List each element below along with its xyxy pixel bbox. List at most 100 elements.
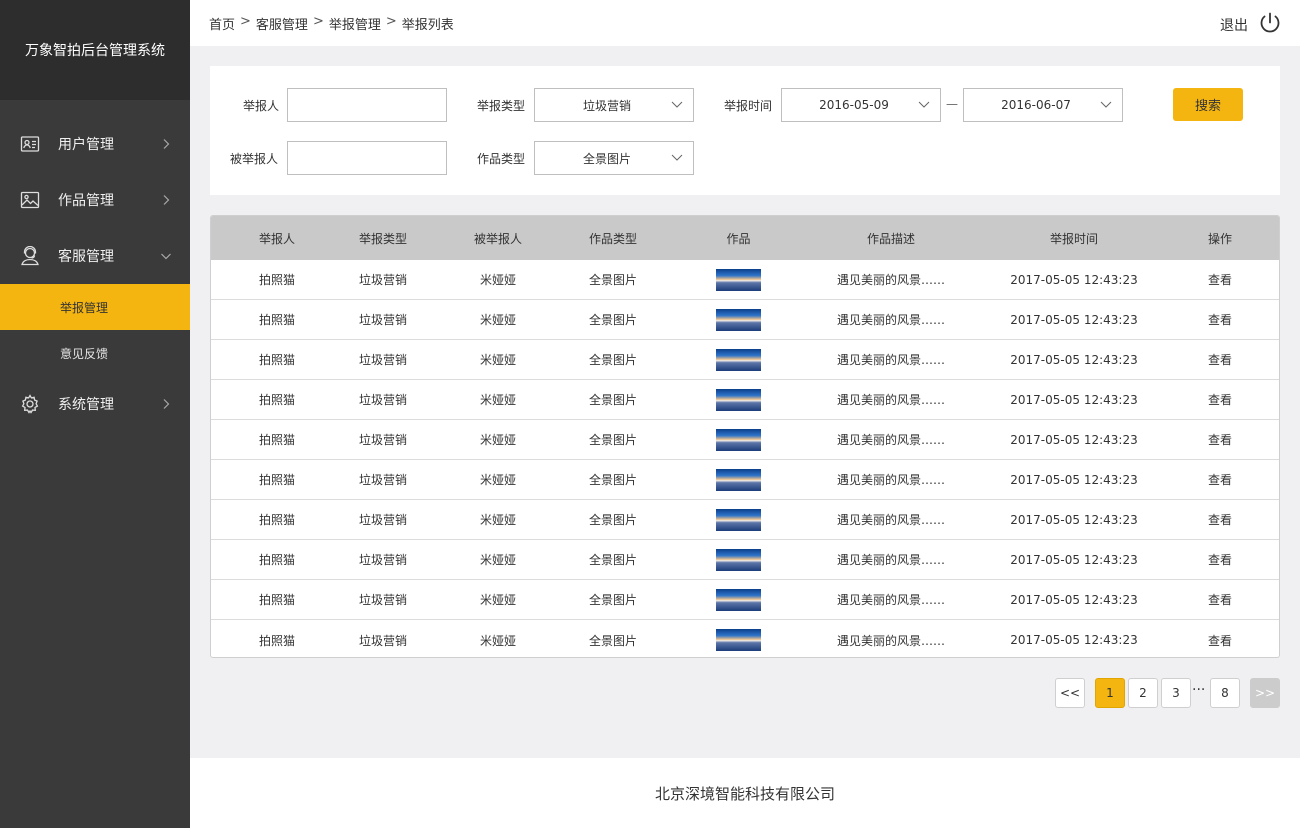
- report-table: 举报人 举报类型 被举报人 作品类型 作品 作品描述 举报时间 操作 拍照猫 垃圾…: [210, 215, 1280, 658]
- cell-work-thumbnail: [653, 428, 824, 451]
- report-type-value: 垃圾营销: [582, 98, 631, 113]
- work-thumbnail-image[interactable]: [716, 268, 761, 291]
- work-type-select[interactable]: 全景图片: [534, 141, 694, 175]
- chevron-down-icon: [671, 154, 683, 161]
- work-type-label: 作品类型: [477, 152, 526, 166]
- breadcrumb-customer-service[interactable]: 客服管理: [256, 14, 308, 33]
- work-thumbnail-image[interactable]: [716, 388, 761, 411]
- work-thumbnail-image[interactable]: [716, 308, 761, 331]
- logout-button[interactable]: 退出: [1220, 11, 1282, 39]
- work-thumbnail-image[interactable]: [716, 588, 761, 611]
- work-thumbnail-image[interactable]: [716, 468, 761, 491]
- breadcrumb-report-list: 举报列表: [401, 18, 454, 33]
- page-button-1[interactable]: 1: [1095, 678, 1125, 708]
- sidebar-item-work-management[interactable]: 作品管理: [0, 172, 190, 228]
- cell-report-time: 2017-05-05 12:43:23: [1010, 633, 1138, 647]
- cell-work-thumbnail: [653, 388, 824, 411]
- table-row: 拍照猫 垃圾营销 米娅娅 全景图片 遇见美丽的风景…… 2017-05-05 12:43:…: [211, 380, 1279, 420]
- sidebar-item-label: 系统管理: [58, 397, 114, 413]
- sidebar-item-system-management[interactable]: 系统管理: [0, 376, 190, 432]
- date-to-picker[interactable]: 2016-06-07: [963, 88, 1123, 122]
- view-link[interactable]: 查看: [1190, 591, 1250, 608]
- view-link[interactable]: 查看: [1190, 511, 1250, 528]
- cell-reporter: 拍照猫: [258, 313, 295, 327]
- cell-work-type: 全景图片: [588, 313, 637, 327]
- prev-page-button[interactable]: <<: [1055, 678, 1085, 708]
- work-thumbnail-image[interactable]: [716, 508, 761, 531]
- cell-report-type: 垃圾营销: [358, 513, 407, 527]
- view-link[interactable]: 查看: [1190, 632, 1250, 649]
- reported-input[interactable]: [287, 141, 447, 175]
- cell-report-type: 垃圾营销: [358, 313, 407, 327]
- cell-description: 遇见美丽的风景……: [836, 393, 945, 407]
- cell-reporter: 拍照猫: [258, 593, 295, 607]
- work-thumbnail-image[interactable]: [716, 548, 761, 571]
- column-header-report-time: 举报时间: [1049, 231, 1098, 246]
- view-link[interactable]: 查看: [1190, 391, 1250, 408]
- chevron-down-icon: [160, 250, 172, 262]
- page-button-3[interactable]: 3: [1161, 678, 1191, 708]
- view-link[interactable]: 查看: [1190, 471, 1250, 488]
- view-link[interactable]: 查看: [1190, 271, 1250, 288]
- reporter-input[interactable]: [287, 88, 447, 122]
- chevron-down-icon: [671, 101, 683, 108]
- table-row: 拍照猫 垃圾营销 米娅娅 全景图片 遇见美丽的风景…… 2017-05-05 12:43:…: [211, 420, 1279, 460]
- cell-reported: 米娅娅: [479, 473, 516, 487]
- cell-reporter: 拍照猫: [258, 353, 295, 367]
- view-link[interactable]: 查看: [1190, 551, 1250, 568]
- report-type-select[interactable]: 垃圾营销: [534, 88, 694, 122]
- breadcrumb: 首页 > 客服管理 > 举报管理 > 举报列表: [209, 14, 454, 33]
- column-header-report-type: 举报类型: [358, 231, 407, 246]
- cell-report-type: 垃圾营销: [358, 593, 407, 607]
- cell-work-thumbnail: [653, 308, 824, 331]
- cell-report-type: 垃圾营销: [358, 553, 407, 567]
- cell-report-time: 2017-05-05 12:43:23: [1010, 432, 1138, 447]
- breadcrumb-report-management[interactable]: 举报管理: [329, 14, 381, 33]
- page-button-2[interactable]: 2: [1128, 678, 1158, 708]
- cell-work-type: 全景图片: [588, 473, 637, 487]
- search-button[interactable]: 搜索: [1173, 88, 1243, 121]
- column-header-action: 操作: [1207, 231, 1232, 246]
- cell-report-time: 2017-05-05 12:43:23: [1010, 472, 1138, 487]
- cell-work-type: 全景图片: [588, 633, 637, 648]
- column-header-work: 作品: [726, 231, 751, 246]
- cell-reported: 米娅娅: [479, 553, 516, 567]
- cell-description: 遇见美丽的风景……: [836, 353, 945, 367]
- sidebar-item-customer-service[interactable]: 客服管理: [0, 228, 190, 284]
- cell-report-type: 垃圾营销: [358, 273, 407, 287]
- view-link[interactable]: 查看: [1190, 311, 1250, 328]
- report-type-label: 举报类型: [477, 99, 526, 113]
- sidebar-item-user-management[interactable]: 用户管理: [0, 116, 190, 172]
- sidebar-subitem-report-management[interactable]: 举报管理: [0, 284, 190, 330]
- cell-report-time: 2017-05-05 12:43:23: [1010, 392, 1138, 407]
- view-link[interactable]: 查看: [1190, 431, 1250, 448]
- sidebar-item-label: 用户管理: [58, 137, 114, 153]
- cell-reported: 米娅娅: [479, 633, 516, 648]
- page-button-8[interactable]: 8: [1210, 678, 1240, 708]
- sidebar-subitem-feedback[interactable]: 意见反馈: [0, 330, 190, 376]
- cell-description: 遇见美丽的风景……: [836, 273, 945, 287]
- work-thumbnail-image[interactable]: [716, 428, 761, 451]
- table-row: 拍照猫 垃圾营销 米娅娅 全景图片 遇见美丽的风景…… 2017-05-05 12:43:…: [211, 340, 1279, 380]
- cell-report-type: 垃圾营销: [358, 353, 407, 367]
- cell-work-type: 全景图片: [588, 393, 637, 407]
- work-thumbnail-image[interactable]: [716, 629, 761, 651]
- cell-work-type: 全景图片: [588, 273, 637, 287]
- cell-work-type: 全景图片: [588, 593, 637, 607]
- cell-report-type: 垃圾营销: [358, 393, 407, 407]
- work-thumbnail-image[interactable]: [716, 348, 761, 371]
- view-link[interactable]: 查看: [1190, 351, 1250, 368]
- cell-reporter: 拍照猫: [258, 633, 295, 648]
- date-range-separator: —: [946, 97, 958, 111]
- cell-reporter: 拍照猫: [258, 393, 295, 407]
- cell-reported: 米娅娅: [479, 393, 516, 407]
- table-row: 拍照猫 垃圾营销 米娅娅 全景图片 遇见美丽的风景…… 2017-05-05 12:43:…: [211, 300, 1279, 340]
- column-header-reporter: 举报人: [258, 231, 295, 246]
- reporter-label: 举报人: [243, 99, 280, 113]
- table-row: 拍照猫 垃圾营销 米娅娅 全景图片 遇见美丽的风景…… 2017-05-05 12:43:…: [211, 500, 1279, 540]
- breadcrumb-home[interactable]: 首页: [209, 14, 235, 33]
- date-from-picker[interactable]: 2016-05-09: [781, 88, 941, 122]
- next-page-button[interactable]: >>: [1250, 678, 1280, 708]
- cell-work-thumbnail: [653, 468, 824, 491]
- cell-report-type: 垃圾营销: [358, 473, 407, 487]
